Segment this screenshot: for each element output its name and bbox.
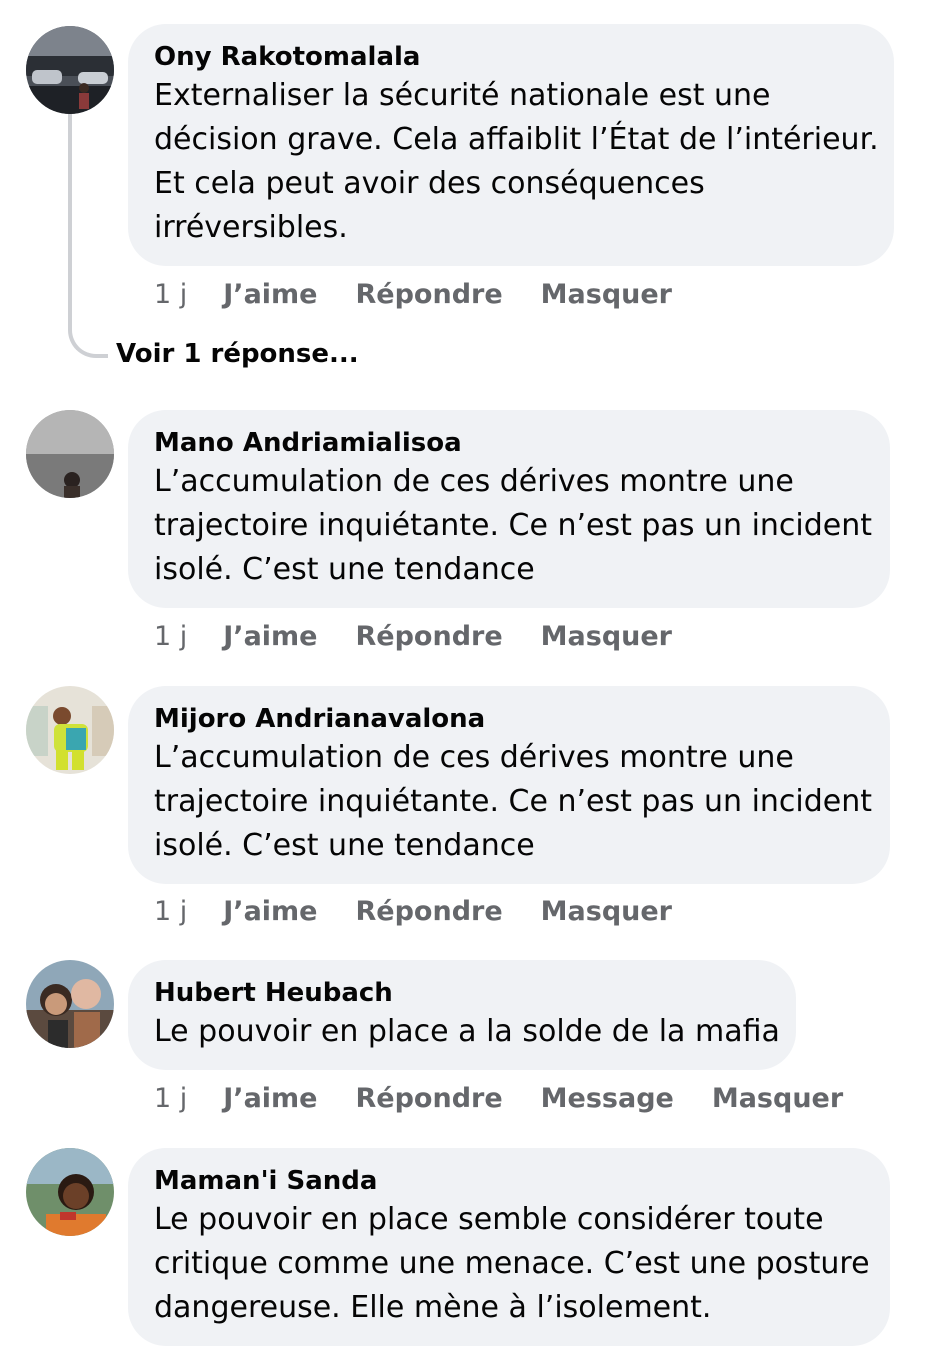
comments-page: Ony Rakotomalala Externaliser la sécurit… [0,0,944,1357]
comment-text-line: décision grave. Cela affaiblit l’État de… [154,122,879,157]
comment-actions: 1 j J’aime Répondre Masquer [154,893,710,929]
comment-text-line: L’accumulation de ces dérives montre une [154,740,794,775]
comment-text-line: trajectoire inquiétante. Ce n’est pas un… [154,784,873,819]
like-button[interactable]: J’aime [223,1083,317,1114]
reply-button[interactable]: Répondre [356,279,503,310]
hide-button[interactable]: Masquer [541,621,672,652]
avatar-photo-icon [26,960,114,1048]
comment-text: L’accumulation de ces dérives montre une… [154,460,873,592]
comment-bubble: Ony Rakotomalala Externaliser la sécurit… [128,24,894,266]
comment-time: 1 j [154,1082,188,1114]
hide-button[interactable]: Masquer [541,896,672,927]
like-button[interactable]: J’aime [223,621,317,652]
comment-text-line: L’accumulation de ces dérives montre une [154,464,794,499]
message-button[interactable]: Message [541,1083,674,1114]
comment-text-line: irréversibles. [154,210,348,245]
reply-button[interactable]: Répondre [356,621,503,652]
comment-text: L’accumulation de ces dérives montre une… [154,736,873,868]
comment-bubble: Mijoro Andrianavalona L’accumulation de … [128,686,890,884]
comment-author[interactable]: Hubert Heubach [154,976,770,1010]
view-replies-link[interactable]: Voir 1 réponse... [116,336,359,372]
comment-text-line: dangereuse. Elle mène à l’isolement. [154,1290,712,1325]
hide-button[interactable]: Masquer [712,1083,843,1114]
comment-text: Le pouvoir en place semble considérer to… [154,1198,870,1330]
comment-text-line: isolé. C’est une tendance [154,552,535,587]
comment-bubble: Hubert Heubach Le pouvoir en place a la … [128,960,796,1070]
reply-button[interactable]: Répondre [356,1083,503,1114]
comment-text-line: Le pouvoir en place a la solde de la maf… [154,1014,780,1049]
comment-actions: 1 j J’aime Répondre Masquer [154,618,710,654]
avatar[interactable] [26,1148,114,1236]
comment-author[interactable]: Mano Andriamialisoa [154,426,864,460]
comment-author[interactable]: Mijoro Andrianavalona [154,702,864,736]
comment-time: 1 j [154,895,188,927]
avatar[interactable] [26,26,114,114]
comment-bubble: Mano Andriamialisoa L’accumulation de ce… [128,410,890,608]
reply-button[interactable]: Répondre [356,896,503,927]
comment-author[interactable]: Ony Rakotomalala [154,40,868,74]
hide-button[interactable]: Masquer [541,279,672,310]
comment-text-line: critique comme une menace. C’est une pos… [154,1246,870,1281]
like-button[interactable]: J’aime [223,896,317,927]
like-button[interactable]: J’aime [223,279,317,310]
avatar-photo-icon [26,26,114,114]
comment-text-line: Et cela peut avoir des conséquences [154,166,705,201]
comment-text-line: trajectoire inquiétante. Ce n’est pas un… [154,508,873,543]
avatar-photo-icon [26,1148,114,1236]
comment-text: Externaliser la sécurité nationale est u… [154,74,879,250]
comment-text-line: isolé. C’est une tendance [154,828,535,863]
comment-actions: 1 j J’aime Répondre Masquer [154,276,710,312]
comment-time: 1 j [154,278,188,310]
avatar[interactable] [26,410,114,498]
avatar[interactable] [26,960,114,1048]
comment-author[interactable]: Maman'i Sanda [154,1164,864,1198]
avatar-photo-icon [26,410,114,498]
thread-connector [68,114,108,358]
comment-time: 1 j [154,620,188,652]
avatar[interactable] [26,686,114,774]
comment-bubble: Maman'i Sanda Le pouvoir en place semble… [128,1148,890,1346]
comment-text: Le pouvoir en place a la solde de la maf… [154,1010,780,1054]
avatar-photo-icon [26,686,114,774]
comment-actions: 1 j J’aime Répondre Message Masquer [154,1080,881,1116]
comment-text-line: Externaliser la sécurité nationale est u… [154,78,771,113]
comment-text-line: Le pouvoir en place semble considérer to… [154,1202,824,1237]
